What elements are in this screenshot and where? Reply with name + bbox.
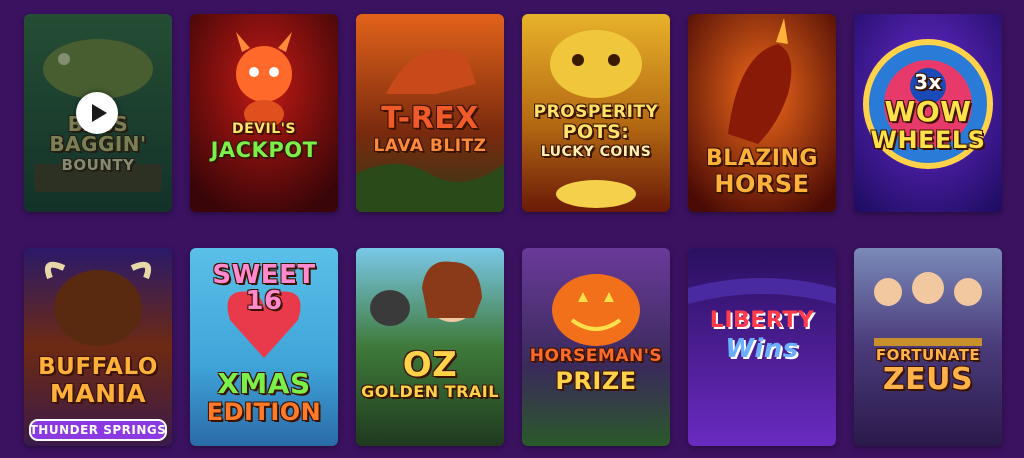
game-tile-fortunate-zeus[interactable]: FORTUNATE ZEUS xyxy=(854,248,1002,446)
game-tile-prosperity-pots[interactable]: PROSPERITY POTS: LUCKY COINS xyxy=(522,14,670,212)
game-title: BLAZING HORSE xyxy=(706,146,818,198)
game-art xyxy=(24,248,172,446)
game-tile-oz-golden-trail[interactable]: OZ GOLDEN TRAIL xyxy=(356,248,504,446)
game-title: SWEET 16 XMAS EDITION xyxy=(206,260,322,426)
game-subtitle: THUNDER SPRINGS xyxy=(29,423,167,437)
game-art xyxy=(190,14,338,212)
game-tile-liberty-wins[interactable]: LIBERTY Wins xyxy=(688,248,836,446)
game-tile-sweet-16-xmas[interactable]: SWEET 16 XMAS EDITION xyxy=(190,248,338,446)
game-grid: BASS BAGGIN' BOUNTY DEVIL'S JACKPOT xyxy=(24,14,1002,446)
game-title: OZ GOLDEN TRAIL xyxy=(361,345,499,401)
play-button[interactable] xyxy=(76,92,118,134)
game-title: FORTUNATE ZEUS xyxy=(875,346,981,397)
game-tile-horsemans-prize[interactable]: HORSEMAN'S PRIZE xyxy=(522,248,670,446)
game-title: 3x WOW WHEELS xyxy=(870,70,986,154)
game-title: BUFFALO MANIA xyxy=(38,354,158,408)
play-icon xyxy=(92,104,107,122)
game-tile-bass-baggin-bounty[interactable]: BASS BAGGIN' BOUNTY xyxy=(24,14,172,212)
game-title: PROSPERITY POTS: LUCKY COINS xyxy=(533,102,659,160)
game-tile-wow-wheels[interactable]: 3x WOW WHEELS xyxy=(854,14,1002,212)
game-tile-devils-jackpot[interactable]: DEVIL'S JACKPOT xyxy=(190,14,338,212)
game-title: DEVIL'S JACKPOT xyxy=(210,121,318,162)
game-title: HORSEMAN'S PRIZE xyxy=(529,346,663,395)
game-tile-trex-lava-blitz[interactable]: T-REX LAVA BLITZ xyxy=(356,14,504,212)
game-tile-buffalo-mania[interactable]: BUFFALO MANIA THUNDER SPRINGS xyxy=(24,248,172,446)
game-tile-blazing-horse[interactable]: BLAZING HORSE xyxy=(688,14,836,212)
game-title: LIBERTY Wins xyxy=(709,308,815,364)
game-title: T-REX LAVA BLITZ xyxy=(373,101,487,156)
